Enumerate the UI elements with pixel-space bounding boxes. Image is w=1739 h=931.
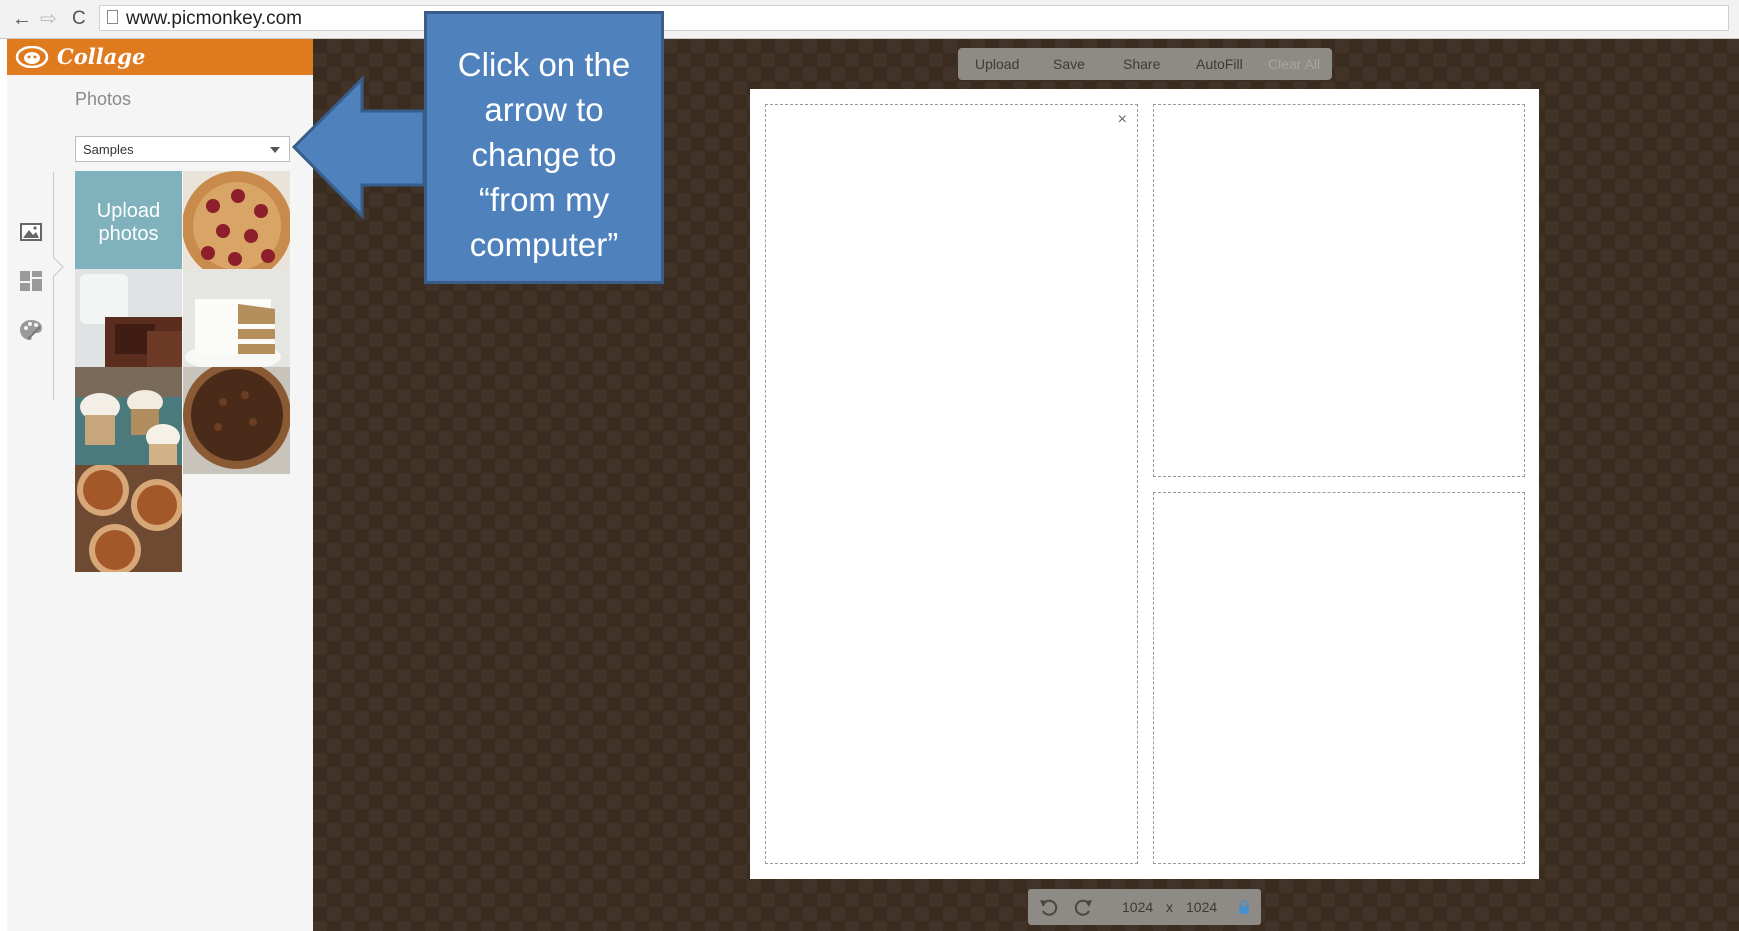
paint-palette-icon[interactable]: [18, 317, 44, 343]
canvas-height-field[interactable]: 1024: [1186, 899, 1217, 915]
upload-line-1: Upload: [96, 200, 161, 222]
dimension-separator: x: [1166, 899, 1173, 915]
close-icon[interactable]: ×: [1118, 111, 1127, 129]
photo-thumbnail-pumpkin-tarts[interactable]: [75, 465, 182, 572]
share-button[interactable]: Share: [1123, 56, 1160, 72]
back-arrow-icon[interactable]: ←: [12, 7, 32, 31]
monkey-logo-icon[interactable]: [15, 46, 49, 68]
sidebar: Collage Photos Samples Upload photos: [7, 39, 313, 931]
collage-cell[interactable]: ×: [765, 104, 1138, 864]
redo-icon[interactable]: [1072, 896, 1094, 918]
lock-icon[interactable]: [1239, 900, 1249, 914]
photo-thumbnail-brownies[interactable]: [75, 269, 182, 376]
active-tab-notch: [53, 257, 64, 277]
collage-toolbar: Upload Save Share AutoFill Clear All: [958, 48, 1332, 80]
photo-thumbnail-cupcakes[interactable]: [75, 367, 182, 474]
browser-toolbar: ← ⇨ C www.picmonkey.com: [0, 0, 1739, 39]
photos-icon[interactable]: [18, 219, 44, 245]
upload-button[interactable]: Upload: [975, 56, 1019, 72]
callout-text: Click on the arrow to change to “from my…: [457, 46, 631, 263]
address-bar[interactable]: www.picmonkey.com: [99, 5, 1729, 31]
photo-thumbnail-cherry-pie[interactable]: [183, 171, 290, 278]
collage-canvas: ×: [750, 89, 1539, 879]
tab-rail: [53, 172, 54, 400]
url-text[interactable]: www.picmonkey.com: [126, 8, 302, 30]
collage-cell[interactable]: [1153, 492, 1525, 864]
layouts-icon[interactable]: [18, 268, 44, 294]
collage-cell[interactable]: [1153, 104, 1525, 477]
upload-photos-button[interactable]: Upload photos: [75, 171, 182, 278]
photo-source-select[interactable]: Samples: [75, 136, 290, 162]
upload-line-2: photos: [98, 223, 159, 245]
select-value: Samples: [83, 142, 134, 157]
reload-icon[interactable]: C: [72, 7, 86, 31]
app-title: Collage: [57, 44, 146, 69]
canvas-size-bar: 1024 x 1024: [1028, 889, 1261, 925]
undo-icon[interactable]: [1038, 896, 1060, 918]
chevron-down-icon[interactable]: [270, 147, 280, 153]
section-title: Photos: [75, 89, 132, 109]
clear-all-button[interactable]: Clear All: [1268, 56, 1320, 72]
photo-thumbnail-layer-cake[interactable]: [183, 269, 290, 376]
forward-arrow-icon[interactable]: ⇨: [40, 7, 57, 31]
photo-thumbnail-pecan-pie[interactable]: [183, 367, 290, 474]
save-button[interactable]: Save: [1053, 56, 1085, 72]
canvas-width-field[interactable]: 1024: [1122, 899, 1153, 915]
autofill-button[interactable]: AutoFill: [1196, 56, 1243, 72]
app-header: Collage: [7, 39, 313, 75]
page-icon: [107, 10, 118, 24]
tutorial-callout: Click on the arrow to change to “from my…: [424, 11, 664, 284]
callout-arrow: [291, 75, 426, 220]
